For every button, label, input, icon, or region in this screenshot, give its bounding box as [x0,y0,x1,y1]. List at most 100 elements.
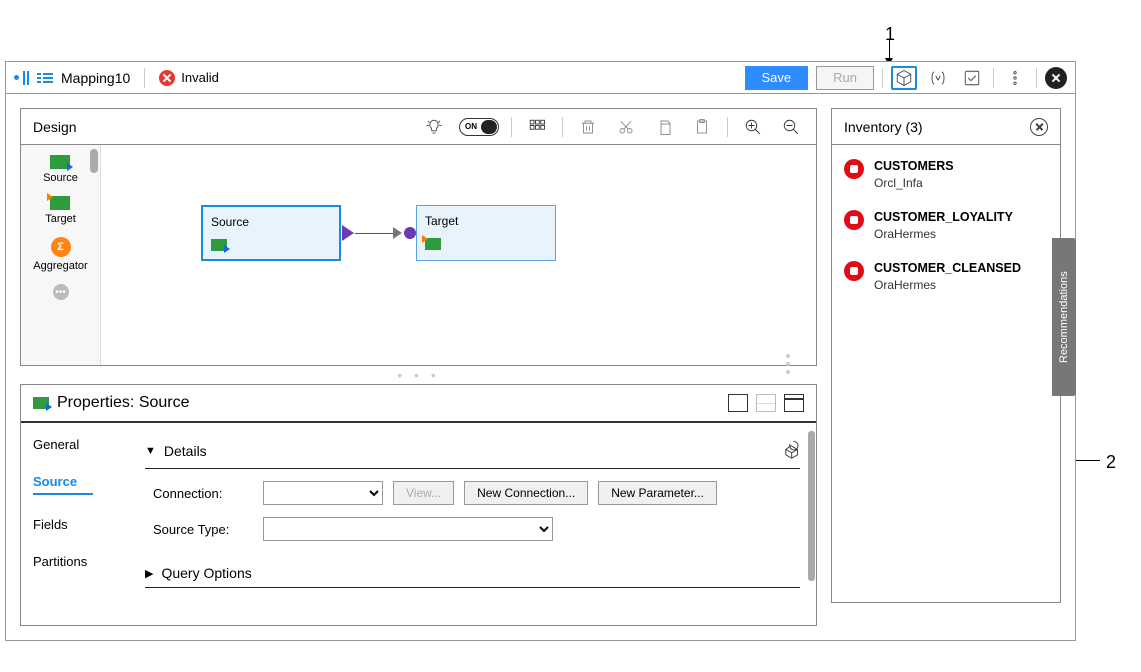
connection-select[interactable] [263,481,383,505]
layout-split-button[interactable] [756,394,776,412]
zoom-out-icon[interactable] [778,115,804,139]
palette-aggregator[interactable]: Σ Aggregator [33,233,87,276]
mapping-title: Mapping10 [61,70,130,86]
inventory-item-connection: Orcl_Infa [874,176,954,190]
inventory-panel: Inventory (3) CUSTOMERS Orcl_Infa [831,108,1061,603]
more-icon: ••• [53,284,69,300]
separator [993,68,994,88]
separator [1036,68,1037,88]
inventory-item[interactable]: CUSTOMER_LOYALITY OraHermes [844,210,1048,241]
caret-down-icon: ▼ [145,445,156,457]
palette-target[interactable]: Target [45,192,76,229]
zoom-in-icon[interactable] [740,115,766,139]
status-invalid: Invalid [159,70,219,86]
design-header: Design ON [21,109,816,145]
inventory-title: Inventory (3) [844,119,923,135]
separator [144,68,145,88]
source-type-row: Source Type: [145,505,800,541]
view-button[interactable]: View... [393,481,454,505]
app-window: Mapping10 Invalid Save Run [5,61,1076,641]
input-port[interactable] [404,227,416,239]
tab-fields[interactable]: Fields [33,517,129,532]
properties-content: ▼ Details Connection: View... New Connec… [141,423,816,625]
layout-minimize-button[interactable] [728,394,748,412]
separator [562,117,563,137]
more-menu-button[interactable] [1002,66,1028,90]
node-title: Source [211,215,331,229]
source-icon [33,397,49,409]
recommendations-icon[interactable] [780,439,800,462]
node-title: Target [425,214,547,228]
output-port[interactable] [342,225,354,241]
layout-maximize-button[interactable] [784,394,804,412]
inventory-item-name: CUSTOMER_CLEANSED [874,261,1021,275]
caret-right-icon: ▶ [145,567,153,580]
inventory-item[interactable]: CUSTOMERS Orcl_Infa [844,159,1048,190]
tab-source[interactable]: Source [33,474,93,495]
save-button[interactable]: Save [745,66,809,90]
source-icon [50,155,70,169]
oracle-icon [844,159,864,179]
tab-partitions[interactable]: Partitions [33,554,129,569]
status-text: Invalid [181,70,219,85]
new-connection-button[interactable]: New Connection... [464,481,588,505]
paste-icon[interactable] [689,115,715,139]
arrange-icon[interactable] [524,115,550,139]
arrow-icon [889,40,890,63]
palette-source[interactable]: Source [43,151,78,188]
new-parameter-button[interactable]: New Parameter... [598,481,717,505]
target-icon [50,196,70,210]
vertical-resize-handle[interactable] [786,354,790,374]
titlebar: Mapping10 Invalid Save Run [6,62,1075,94]
palette-label: Target [45,213,76,225]
palette-label: Source [43,172,78,184]
separator [882,68,883,88]
properties-scrollbar[interactable] [808,431,815,581]
query-options-section-header[interactable]: ▶ Query Options [145,559,800,588]
source-node[interactable]: Source [201,205,341,261]
design-panel: Design ON [20,108,817,366]
arrow-icon [393,227,402,239]
validate-button[interactable] [959,66,985,90]
delete-icon[interactable] [575,115,601,139]
connection-label: Connection: [153,486,253,501]
hints-icon[interactable] [421,115,447,139]
horizontal-resize-handle[interactable]: • • • [20,366,817,384]
details-section-header[interactable]: ▼ Details [145,433,800,469]
parameters-button[interactable] [925,66,951,90]
nav-handle-icon[interactable] [14,71,25,85]
design-label: Design [33,119,77,135]
close-button[interactable] [1045,67,1067,89]
inventory-toggle-button[interactable] [891,66,917,90]
inventory-header: Inventory (3) [832,109,1060,145]
properties-tabs: General Source Fields Partitions [21,423,141,625]
section-label: Details [164,443,207,459]
source-icon [211,239,227,251]
properties-panel: Properties: Source General Source Fields… [20,384,817,626]
palette-more[interactable]: ••• [53,280,69,304]
palette-scrollbar[interactable] [90,149,98,173]
recommendations-tab[interactable]: Recommendations [1052,238,1076,396]
hints-toggle[interactable]: ON [459,118,499,136]
close-inventory-button[interactable] [1030,118,1048,136]
oracle-icon [844,261,864,281]
mapping-icon [37,71,53,85]
target-node[interactable]: Target [416,205,556,261]
error-icon [159,70,175,86]
inventory-item[interactable]: CUSTOMER_CLEANSED OraHermes [844,261,1048,292]
link-line [355,233,393,234]
properties-header: Properties: Source [21,385,816,423]
layout-buttons [728,394,804,412]
separator [511,117,512,137]
mapping-canvas[interactable]: Source Target [101,145,816,365]
source-type-select[interactable] [263,517,553,541]
inventory-list: CUSTOMERS Orcl_Infa CUSTOMER_LOYALITY Or… [832,145,1060,306]
inventory-item-name: CUSTOMERS [874,159,954,173]
transformation-palette: Source Target Σ Aggregator ••• [21,145,101,365]
tab-general[interactable]: General [33,437,129,452]
oracle-icon [844,210,864,230]
copy-icon[interactable] [651,115,677,139]
cut-icon[interactable] [613,115,639,139]
run-button[interactable]: Run [816,66,874,90]
inventory-item-name: CUSTOMER_LOYALITY [874,210,1013,224]
